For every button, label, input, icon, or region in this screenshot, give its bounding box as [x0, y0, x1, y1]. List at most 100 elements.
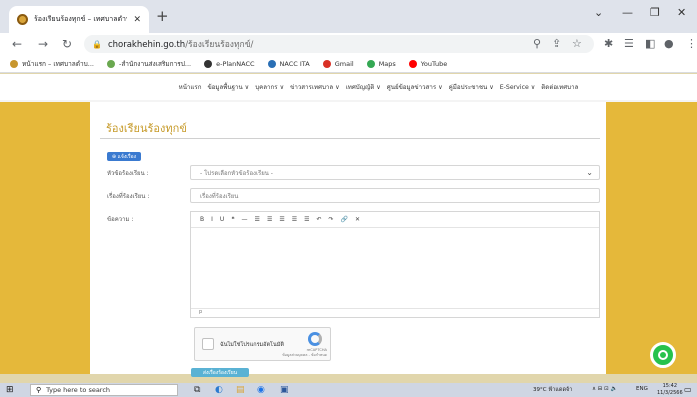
forward-icon[interactable]: →	[38, 37, 48, 51]
back-icon[interactable]: ←	[12, 37, 22, 51]
recaptcha-widget: ฉันไม่ใช่โปรแกรมอัตโนมัติ reCAPTCHA ข้อม…	[194, 327, 331, 361]
reload-icon[interactable]: ↻	[62, 37, 72, 51]
address-bar[interactable]: 🔒 chorakhehin.go.th/ร้องเรียนร้องทุกข์/	[84, 35, 594, 53]
bookmark-label: e-PlanNACC	[216, 59, 255, 68]
reading-list-icon[interactable]: ☰	[624, 37, 634, 50]
word-icon[interactable]: ▣	[280, 385, 289, 395]
bookmark-item[interactable]: Gmail	[322, 59, 354, 68]
bookmark-favicon-icon	[408, 59, 417, 68]
bookmark-label: Gmail	[334, 59, 354, 68]
editor-tool-button[interactable]: ❝	[231, 216, 234, 223]
taskbar-search[interactable]: ⚲ Type here to search	[30, 384, 178, 396]
file-explorer-icon[interactable]: ▤	[236, 385, 245, 395]
profile-avatar-icon[interactable]: ●	[664, 37, 674, 50]
bookmark-favicon-icon	[204, 59, 213, 68]
topic-label: หัวข้อร้องเรียน :	[107, 170, 149, 177]
share-icon[interactable]: ⇪	[552, 37, 561, 50]
recaptcha-checkbox[interactable]	[202, 338, 214, 350]
page-title: ร้องเรียนร้องทุกข์	[106, 122, 187, 135]
windows-taskbar: ⊞ ⚲ Type here to search ⧉ ◐ ▤ ◉ ▣ 39°C ฟ…	[0, 383, 697, 397]
bookmark-item[interactable]: e-PlanNACC	[204, 59, 255, 68]
bookmark-label: YouTube	[420, 59, 448, 68]
page-background-right	[606, 102, 697, 374]
tab-title: ร้องเรียนร้องทุกข์ – เทศบาลตำบลจรเข้หิน	[34, 15, 127, 23]
nav-item[interactable]: ศูนย์ข้อมูลข่าวสาร ∨	[387, 82, 443, 92]
maximize-icon[interactable]: ❐	[650, 6, 660, 19]
nav-item[interactable]: เทศบัญญัติ ∨	[346, 82, 381, 92]
zoom-icon[interactable]: ⚲	[533, 37, 541, 50]
new-tab-icon[interactable]: +	[156, 7, 169, 25]
nav-item[interactable]: ข้อมูลพื้นฐาน ∨	[207, 82, 249, 92]
page-background-left	[0, 102, 90, 374]
editor-tool-button[interactable]: ↷	[329, 216, 334, 223]
editor-tool-button[interactable]: ✕	[355, 216, 360, 223]
nav-item[interactable]: ติดต่อเทศบาล	[541, 82, 578, 92]
chat-bubble-icon	[658, 350, 668, 360]
extensions-icon[interactable]: ✱	[604, 37, 613, 50]
recaptcha-label: ฉันไม่ใช่โปรแกรมอัตโนมัติ	[220, 342, 284, 348]
notifications-icon[interactable]: ▭	[684, 385, 692, 394]
browser-toolbar: ← → ↻ 🔒 chorakhehin.go.th/ร้องเรียนร้องท…	[0, 33, 697, 55]
tray-icons[interactable]: ∧ ⊟ ⊡ 🔈	[592, 386, 617, 392]
bookmark-favicon-icon	[267, 59, 276, 68]
line-chat-button[interactable]	[650, 342, 676, 368]
close-window-icon[interactable]: ✕	[677, 6, 686, 19]
bookmark-label: Maps	[378, 59, 396, 68]
editor-tool-button[interactable]: —	[242, 216, 248, 223]
url-text: chorakhehin.go.th/ร้องเรียนร้องทุกข์/	[107, 40, 254, 50]
editor-tool-button[interactable]: 🔗	[341, 216, 348, 223]
subject-label: เรื่องที่ร้องเรียน :	[107, 193, 150, 200]
editor-tool-button[interactable]: ☰	[255, 216, 260, 223]
bookmark-item[interactable]: Maps	[366, 59, 396, 68]
bookmark-label: -สำนักงานส่งเสริมการป...	[118, 59, 192, 68]
nav-item[interactable]: คู่มือประชาชน ∨	[449, 82, 494, 92]
editor-tool-button[interactable]: ☰	[267, 216, 272, 223]
windows-start-icon[interactable]: ⊞	[6, 385, 14, 395]
browser-tab-strip: ร้องเรียนร้องทุกข์ – เทศบาลตำบลจรเข้หิน …	[0, 0, 697, 33]
bookmark-favicon-icon	[322, 59, 331, 68]
nav-item[interactable]: E-Service ∨	[500, 84, 536, 91]
clock[interactable]: 15:42 11/3/2566	[657, 383, 683, 397]
bookmark-label: NACC ITA	[279, 59, 310, 68]
bookmark-label: หน้าแรก – เทศบาลตำบ...	[22, 59, 94, 68]
side-panel-icon[interactable]: ◧	[645, 37, 655, 50]
recaptcha-brand: reCAPTCHA ข้อมูลส่วนบุคคล - ข้อกำหนด	[282, 348, 327, 357]
browser-tab[interactable]: ร้องเรียนร้องทุกข์ – เทศบาลตำบลจรเข้หิน …	[9, 6, 149, 33]
editor-tool-button[interactable]: ☰	[279, 216, 284, 223]
editor-toolbar: B I U ❝ — ☰ ☰ ☰ ☰ ☰ ↶ ↷ 🔗 ✕	[191, 212, 599, 228]
search-icon: ⚲	[36, 386, 42, 394]
bookmark-item[interactable]: หน้าแรก – เทศบาลตำบ...	[10, 59, 94, 69]
editor-tool-button[interactable]: ☰	[292, 216, 297, 223]
editor-tool-button[interactable]: ↶	[317, 216, 322, 223]
title-divider	[100, 138, 600, 139]
subject-input[interactable]: เรื่องที่ร้องเรียน	[190, 188, 600, 203]
editor-statusbar: p	[191, 308, 599, 317]
weather-widget[interactable]: 39°C ฟ้าแดดจ้า	[533, 386, 572, 394]
bookmark-item[interactable]: NACC ITA	[267, 59, 310, 68]
nav-item[interactable]: บุคลากร ∨	[255, 82, 284, 92]
minimize-icon[interactable]: —	[622, 6, 633, 19]
bookmark-favicon-icon	[10, 59, 18, 68]
nav-item[interactable]: หน้าแรก	[179, 82, 202, 92]
bookmark-star-icon[interactable]: ☆	[572, 37, 582, 50]
editor-tool-button[interactable]: I	[211, 216, 213, 223]
lock-icon: 🔒	[92, 39, 102, 49]
chevron-down-icon: ⌄	[586, 168, 593, 177]
tab-search-chevron-icon[interactable]: ⌄	[594, 6, 603, 19]
edge-icon[interactable]: ◐	[215, 385, 223, 395]
menu-kebab-icon[interactable]: ⋮	[686, 37, 697, 50]
submit-button[interactable]: ส่งเรื่องร้องเรียน	[191, 368, 249, 377]
bookmark-item[interactable]: -สำนักงานส่งเสริมการป...	[106, 59, 192, 69]
task-view-icon[interactable]: ⧉	[194, 385, 200, 395]
nav-item[interactable]: ข่าวสารเทศบาล ∨	[290, 82, 340, 92]
bookmark-item[interactable]: YouTube	[408, 59, 448, 68]
topic-select[interactable]: - โปรดเลือกหัวข้อร้องเรียน - ⌄	[190, 165, 600, 180]
chrome-icon[interactable]: ◉	[257, 385, 265, 395]
recaptcha-logo-icon	[308, 332, 322, 346]
editor-tool-button[interactable]: ☰	[304, 216, 309, 223]
message-editor[interactable]: B I U ❝ — ☰ ☰ ☰ ☰ ☰ ↶ ↷ 🔗 ✕ p	[190, 211, 600, 318]
input-language[interactable]: ENG	[636, 386, 648, 392]
editor-tool-button[interactable]: B	[200, 216, 204, 223]
editor-tool-button[interactable]: U	[220, 216, 224, 223]
tab-close-icon[interactable]: ✕	[133, 15, 141, 25]
